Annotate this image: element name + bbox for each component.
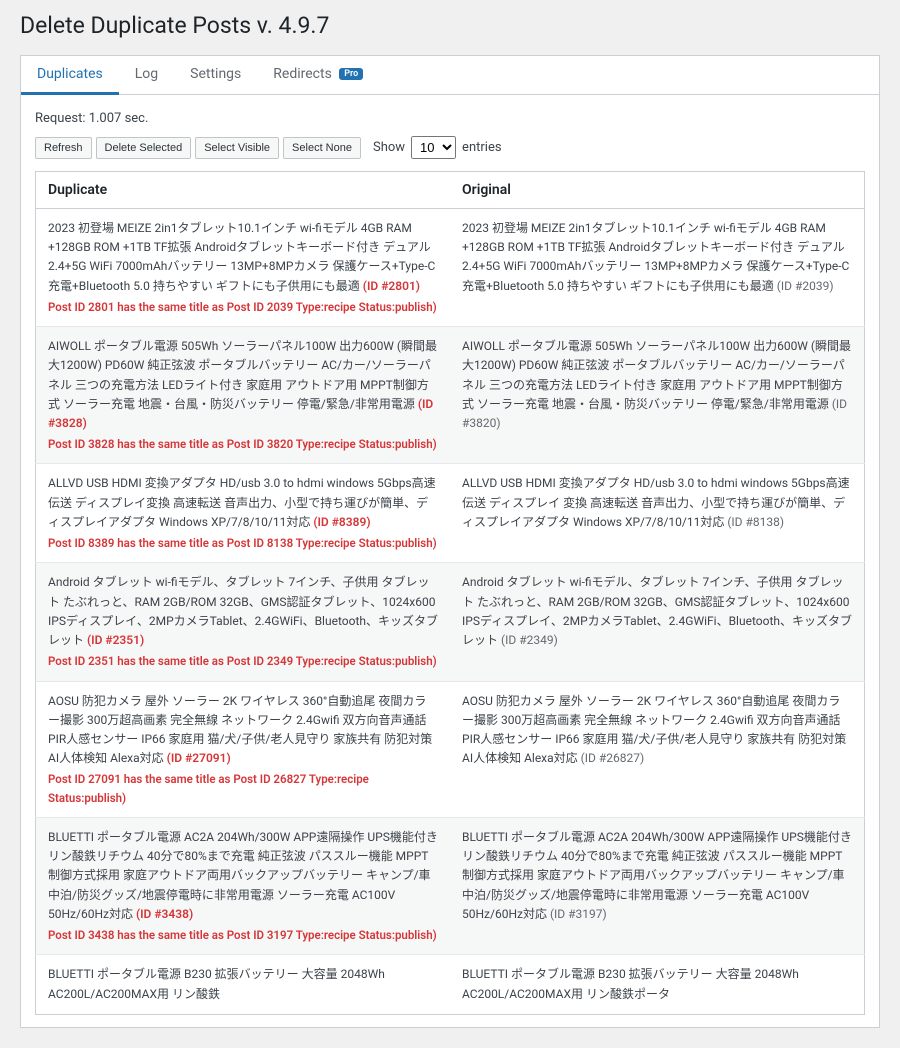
original-title: AOSU 防犯カメラ 屋外 ソーラー 2K ワイヤレス 360°自動追尾 夜間カ… [462, 694, 846, 766]
delete-selected-button[interactable]: Delete Selected [96, 137, 192, 159]
duplicates-table: Duplicate Original 2023 初登場 MEIZE 2in1タブ… [35, 171, 865, 1015]
table-row[interactable]: ALLVD USB HDMI 変換アダプタ HD/usb 3.0 to hdmi… [36, 464, 865, 563]
duplicate-status: Post ID 8389 has the same title as Post … [48, 534, 438, 552]
original-cell: 2023 初登場 MEIZE 2in1タブレット10.1インチ wi-fiモデル… [450, 209, 865, 327]
duplicate-cell: 2023 初登場 MEIZE 2in1タブレット10.1インチ wi-fiモデル… [36, 209, 451, 327]
table-row[interactable]: BLUETTI ポータブル電源 B230 拡張バッテリー 大容量 2048Wh … [36, 955, 865, 1014]
duplicate-id: (ID #27091) [167, 751, 231, 765]
duplicate-id: (ID #2351) [87, 633, 144, 647]
table-row[interactable]: BLUETTI ポータブル電源 AC2A 204Wh/300W APP遠隔操作 … [36, 818, 865, 955]
duplicate-title: BLUETTI ポータブル電源 B230 拡張バッテリー 大容量 2048Wh … [48, 967, 385, 1000]
duplicate-cell: Android タブレット wi-fiモデル、タブレット 7インチ、子供用 タブ… [36, 563, 451, 681]
col-duplicate[interactable]: Duplicate [36, 172, 451, 209]
duplicate-cell: AOSU 防犯カメラ 屋外 ソーラー 2K ワイヤレス 360°自動追尾 夜間カ… [36, 681, 451, 818]
duplicate-id: (ID #8389) [313, 515, 370, 529]
tab-duplicates[interactable]: Duplicates [21, 56, 119, 95]
original-cell: BLUETTI ポータブル電源 AC2A 204Wh/300W APP遠隔操作 … [450, 818, 865, 955]
duplicate-status: Post ID 3828 has the same title as Post … [48, 435, 438, 453]
tab-log[interactable]: Log [119, 56, 174, 94]
original-id: (ID #8138) [727, 515, 784, 529]
duplicate-cell: ALLVD USB HDMI 変換アダプタ HD/usb 3.0 to hdmi… [36, 464, 451, 563]
original-cell: BLUETTI ポータブル電源 B230 拡張バッテリー 大容量 2048Wh … [450, 955, 865, 1014]
original-id: (ID #3197) [550, 907, 607, 921]
refresh-button[interactable]: Refresh [35, 137, 92, 159]
pro-badge: Pro [339, 68, 363, 80]
duplicate-title: AIWOLL ポータブル電源 505Wh ソーラーパネル100W 出力600W … [48, 339, 437, 411]
tab-redirects[interactable]: Redirects Pro [257, 56, 379, 94]
original-title: AIWOLL ポータブル電源 505Wh ソーラーパネル100W 出力600W … [462, 339, 851, 411]
original-cell: ALLVD USB HDMI 変換アダプタ HD/usb 3.0 to hdmi… [450, 464, 865, 563]
tab-settings[interactable]: Settings [174, 56, 257, 94]
page-size-select[interactable]: 10 [411, 136, 456, 159]
original-id: (ID #2349) [501, 633, 558, 647]
table-row[interactable]: AOSU 防犯カメラ 屋外 ソーラー 2K ワイヤレス 360°自動追尾 夜間カ… [36, 681, 865, 818]
main-panel: Duplicates Log Settings Redirects Pro Re… [20, 55, 880, 1028]
original-title: BLUETTI ポータブル電源 AC2A 204Wh/300W APP遠隔操作 … [462, 830, 852, 921]
request-timing: Request: 1.007 sec. [35, 111, 865, 126]
original-title: BLUETTI ポータブル電源 B230 拡張バッテリー 大容量 2048Wh … [462, 967, 799, 1000]
original-cell: AIWOLL ポータブル電源 505Wh ソーラーパネル100W 出力600W … [450, 327, 865, 464]
select-visible-button[interactable]: Select Visible [195, 137, 279, 159]
duplicate-status: Post ID 3438 has the same title as Post … [48, 926, 438, 944]
tab-redirects-label: Redirects [273, 66, 332, 82]
page-title: Delete Duplicate Posts v. 4.9.7 [20, 12, 880, 39]
original-id: (ID #26827) [581, 751, 645, 765]
tab-bar: Duplicates Log Settings Redirects Pro [21, 56, 879, 95]
select-none-button[interactable]: Select None [283, 137, 361, 159]
duplicate-title: AOSU 防犯カメラ 屋外 ソーラー 2K ワイヤレス 360°自動追尾 夜間カ… [48, 694, 432, 766]
duplicate-status: Post ID 27091 has the same title as Post… [48, 770, 438, 807]
duplicate-id: (ID #2801) [363, 279, 420, 293]
duplicate-id: (ID #3438) [136, 907, 193, 921]
table-row[interactable]: AIWOLL ポータブル電源 505Wh ソーラーパネル100W 出力600W … [36, 327, 865, 464]
table-row[interactable]: 2023 初登場 MEIZE 2in1タブレット10.1インチ wi-fiモデル… [36, 209, 865, 327]
original-cell: AOSU 防犯カメラ 屋外 ソーラー 2K ワイヤレス 360°自動追尾 夜間カ… [450, 681, 865, 818]
duplicate-title: BLUETTI ポータブル電源 AC2A 204Wh/300W APP遠隔操作 … [48, 830, 438, 921]
original-id: (ID #2039) [777, 279, 834, 293]
original-title: ALLVD USB HDMI 変換アダプタ HD/usb 3.0 to hdmi… [462, 476, 850, 528]
original-cell: Android タブレット wi-fiモデル、タブレット 7インチ、子供用 タブ… [450, 563, 865, 681]
duplicate-title: ALLVD USB HDMI 変換アダプタ HD/usb 3.0 to hdmi… [48, 476, 436, 528]
entries-label: entries [462, 140, 502, 155]
toolbar: Refresh Delete Selected Select Visible S… [35, 136, 865, 159]
col-original[interactable]: Original [450, 172, 865, 209]
table-row[interactable]: Android タブレット wi-fiモデル、タブレット 7インチ、子供用 タブ… [36, 563, 865, 681]
show-label: Show [373, 140, 405, 155]
duplicate-cell: BLUETTI ポータブル電源 AC2A 204Wh/300W APP遠隔操作 … [36, 818, 451, 955]
duplicate-cell: AIWOLL ポータブル電源 505Wh ソーラーパネル100W 出力600W … [36, 327, 451, 464]
duplicate-cell: BLUETTI ポータブル電源 B230 拡張バッテリー 大容量 2048Wh … [36, 955, 451, 1014]
duplicate-status: Post ID 2351 has the same title as Post … [48, 652, 438, 670]
duplicate-status: Post ID 2801 has the same title as Post … [48, 298, 438, 316]
page-size-block: Show 10 entries [373, 136, 502, 159]
